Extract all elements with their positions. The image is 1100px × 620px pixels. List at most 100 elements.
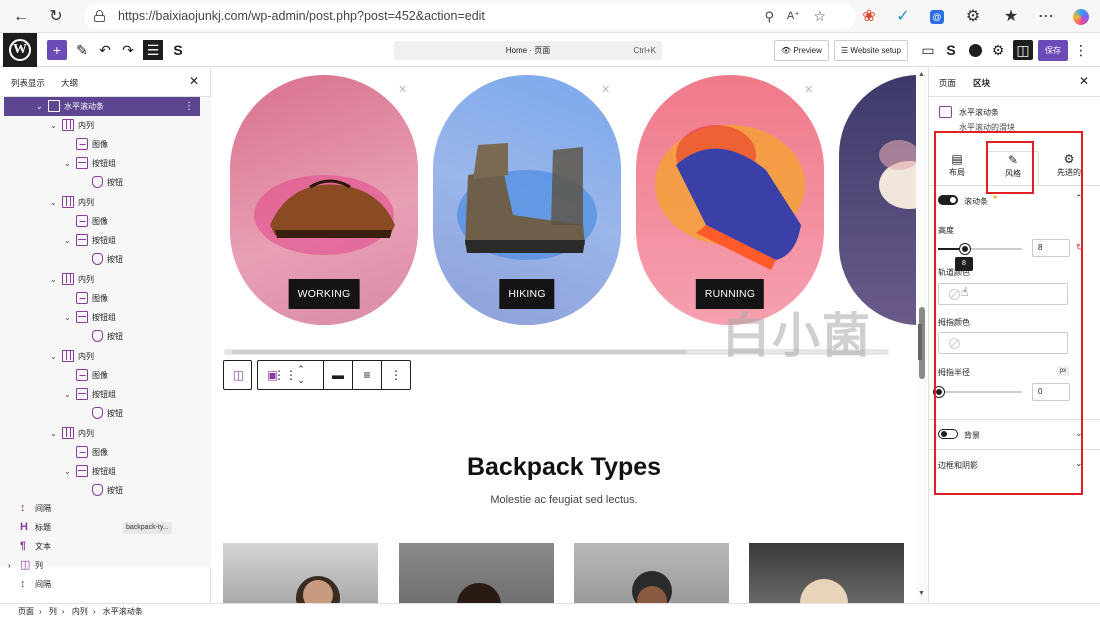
chevron-down-icon[interactable]: ⌄ [64,308,71,327]
extension-icon-3[interactable]: @ [926,6,948,28]
zoom-icon[interactable]: ⚲ [764,4,774,29]
more-options-icon[interactable]: ⋮ [381,361,410,389]
tree-item-image[interactable]: 图像 [0,212,200,231]
tree-item-image[interactable]: 图像 [0,289,200,308]
gear-icon[interactable]: ⚙ [988,40,1008,60]
tree-item-column[interactable]: ⌄ 内列 [0,193,200,212]
back-icon[interactable]: ← [10,6,32,28]
tree-item-button-group[interactable]: ⌄ 按钮组 [0,231,200,250]
chevron-down-icon[interactable]: ⌄ [64,231,71,250]
device-preview-icon[interactable]: ▭ [918,40,938,60]
tree-item-heading[interactable]: H 标题 backpack-ty... [0,518,211,537]
close-icon[interactable]: ✕ [804,83,813,96]
chevron-down-icon[interactable]: ⌄ [50,270,57,289]
ai-icon[interactable] [965,40,985,60]
tab-block[interactable]: 区块 [973,77,990,89]
scroll-up-icon[interactable]: ▲ [918,71,925,78]
favorite-icon[interactable]: ☆ [813,4,826,29]
extension-icon-2[interactable]: ✓ [892,6,914,28]
tree-item-spacer[interactable]: ↕ 间隔 [0,575,211,594]
close-icon[interactable]: ✕ [601,83,610,96]
tree-item-paragraph[interactable]: ¶ 文本 [0,537,211,556]
tree-item-spacer[interactable]: ↕ 间隔 [0,499,211,518]
kebab-menu-icon[interactable]: ⋮ [184,97,194,116]
tree-item-column[interactable]: ⌄ 内列 [0,116,200,135]
card-image[interactable] [749,543,904,603]
chevron-down-icon[interactable]: ⌄ [64,385,71,404]
undo-icon[interactable]: ↶ [95,40,115,60]
tree-item-button-group[interactable]: ⌄ 按钮组 [0,385,200,404]
block-parent-selector[interactable]: ◫ [223,360,252,390]
tree-item-column[interactable]: ⌄ 内列 [0,347,200,366]
extension-icon-1[interactable]: ❀ [858,6,880,28]
read-aloud-icon[interactable]: A⁺ [787,4,800,29]
tree-item-image[interactable]: 图像 [0,135,200,154]
settings-sidebar-icon[interactable]: ◫ [1013,40,1033,60]
spectra-icon[interactable]: S [941,40,961,60]
section-heading[interactable]: Backpack Types [212,453,916,482]
chevron-down-icon[interactable]: ⌄ [50,347,57,366]
close-icon[interactable]: ✕ [398,83,407,96]
block-inserter-icon[interactable]: + [47,40,67,60]
slide-running[interactable]: RUNNING [636,75,824,325]
tree-item-button[interactable]: 按钮 [0,250,200,269]
tree-item-columns[interactable]: › ◫ 列 [0,556,211,575]
move-up-down-icon[interactable]: ⌃ ⌄ [294,361,308,389]
justify-icon[interactable]: ≡ [352,361,381,389]
website-setup-button[interactable]: ☰ Website setup [834,40,908,61]
close-icon[interactable]: ✕ [1079,74,1089,88]
align-icon[interactable]: ▬ [323,361,352,389]
breadcrumb-item[interactable]: 列 [49,607,57,616]
chevron-down-icon[interactable]: ⌄ [64,154,71,173]
tree-item-button[interactable]: 按钮 [0,327,200,346]
tree-item-slider[interactable]: ⌄ 水平滚动条 ⋮ [4,97,200,116]
breadcrumb-item[interactable]: 页面 [18,607,34,616]
chevron-down-icon[interactable]: ⌄ [50,116,57,135]
slide-button[interactable]: WORKING [288,279,360,309]
address-bar[interactable]: https://baixiaojunkj.com/wp-admin/post.p… [84,4,856,29]
close-icon[interactable]: ✕ [189,74,199,88]
document-overview-icon[interactable]: ☰ [143,40,163,60]
slide-working[interactable]: WORKING [230,75,418,325]
tree-item-button-group[interactable]: ⌄ 按钮组 [0,154,200,173]
tab-list-view[interactable]: 列表显示 [11,77,45,89]
tree-item-button[interactable]: 按钮 [0,481,200,500]
section-subtitle[interactable]: Molestie ac feugiat sed lectus. [212,494,916,506]
breadcrumb-item[interactable]: 内列 [72,607,88,616]
tab-page[interactable]: 页面 [939,77,956,89]
more-icon[interactable]: ⋯ [1035,6,1057,28]
tree-item-image[interactable]: 图像 [0,443,200,462]
card-image[interactable] [399,543,554,603]
preview-button[interactable]: 👁 Preview [774,40,829,61]
save-button[interactable]: 保存 [1038,40,1068,61]
tab-outline[interactable]: 大纲 [61,77,78,89]
edit-tool-icon[interactable]: ✎ [72,40,92,60]
reload-icon[interactable]: ↻ [45,6,67,28]
chevron-down-icon[interactable]: ⌄ [36,97,43,116]
copilot-icon[interactable] [1070,6,1092,28]
chevron-down-icon[interactable]: ⌄ [50,193,57,212]
tree-item-image[interactable]: 图像 [0,366,200,385]
scroll-down-icon[interactable]: ▼ [918,590,925,597]
chevron-down-icon[interactable]: ⌄ [50,424,57,443]
redo-icon[interactable]: ↷ [118,40,138,60]
slide-hiking[interactable]: HIKING [433,75,621,325]
chevron-down-icon[interactable]: ⌄ [64,462,71,481]
column-block-icon[interactable]: ◫ [224,361,253,389]
extensions-icon[interactable]: ⚙ [962,6,984,28]
tree-item-button[interactable]: 按钮 [0,173,200,192]
tree-item-button-group[interactable]: ⌄ 按钮组 [0,462,200,481]
tree-item-column[interactable]: ⌄ 内列 [0,424,200,443]
command-palette[interactable]: Home · 页面 Ctrl+K [394,41,662,60]
chevron-right-icon[interactable]: › [8,556,11,575]
tree-item-button[interactable]: 按钮 [0,404,200,423]
options-icon[interactable]: ⋮ [1071,40,1091,60]
wordpress-logo-icon[interactable]: W [3,33,37,67]
tree-item-button-group[interactable]: ⌄ 按钮组 [0,308,200,327]
card-image[interactable] [223,543,378,603]
drag-handle-icon[interactable]: ⋮⋮ [273,361,297,389]
tree-item-column[interactable]: ⌄ 内列 [0,270,200,289]
slide-partial[interactable] [839,75,916,325]
slide-button[interactable]: HIKING [499,279,555,309]
plugin-icon[interactable]: S [168,40,188,60]
